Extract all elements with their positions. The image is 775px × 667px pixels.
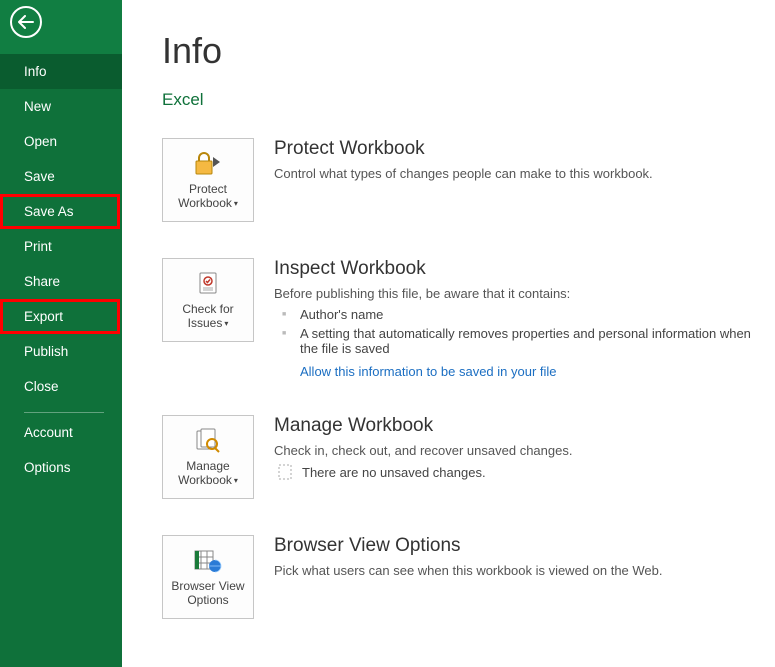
nav-label: Export: [24, 309, 63, 324]
inspect-bullet: A setting that automatically removes pro…: [274, 324, 755, 358]
section-body: Protect Workbook Control what types of c…: [274, 138, 755, 222]
section-title: Inspect Workbook: [274, 258, 755, 280]
app-root: Info New Open Save Save As Print Share E…: [0, 0, 775, 667]
nav-label: Info: [24, 64, 47, 79]
manage-workbook-button[interactable]: ManageWorkbook▾: [162, 415, 254, 499]
section-inspect: Check forIssues▾ Inspect Workbook Before…: [162, 258, 755, 379]
nav-separator: [24, 412, 104, 413]
nav-item-info[interactable]: Info: [0, 54, 122, 89]
protect-workbook-button[interactable]: ProtectWorkbook▾: [162, 138, 254, 222]
section-title: Manage Workbook: [274, 415, 755, 437]
back-bar: [0, 0, 122, 54]
tile-label: ProtectWorkbook▾: [178, 182, 238, 210]
nav-item-save[interactable]: Save: [0, 159, 122, 194]
section-protect: ProtectWorkbook▾ Protect Workbook Contro…: [162, 138, 755, 222]
content-area: Info Excel ProtectWorkbook▾ Protect Work…: [122, 0, 775, 667]
browser-view-options-button[interactable]: Browser ViewOptions: [162, 535, 254, 619]
allow-info-link[interactable]: Allow this information to be saved in yo…: [300, 364, 557, 379]
section-desc: Control what types of changes people can…: [274, 166, 755, 181]
nav-label: Account: [24, 425, 73, 440]
nav-item-save-as[interactable]: Save As: [0, 194, 122, 229]
inspect-bullet: Author's name: [274, 305, 755, 324]
nav-label: Open: [24, 134, 57, 149]
document-dashed-icon: [278, 464, 292, 480]
section-title: Protect Workbook: [274, 138, 755, 160]
nav-item-share[interactable]: Share: [0, 264, 122, 299]
section-body: Browser View Options Pick what users can…: [274, 535, 755, 619]
nav-label: New: [24, 99, 51, 114]
nav-label: Print: [24, 239, 52, 254]
back-button[interactable]: [10, 6, 42, 38]
nav-primary: Info New Open Save Save As Print Share E…: [0, 54, 122, 485]
section-body: Manage Workbook Check in, check out, and…: [274, 415, 755, 499]
document-search-icon: [192, 427, 224, 455]
unsaved-status-text: There are no unsaved changes.: [302, 465, 486, 480]
nav-item-open[interactable]: Open: [0, 124, 122, 159]
tile-label: Browser ViewOptions: [171, 579, 244, 607]
unsaved-status-row: There are no unsaved changes.: [278, 464, 755, 480]
section-body: Inspect Workbook Before publishing this …: [274, 258, 755, 379]
page-title: Info: [162, 30, 755, 72]
nav-item-close[interactable]: Close: [0, 369, 122, 404]
section-desc: Before publishing this file, be aware th…: [274, 286, 755, 301]
chevron-down-icon: ▾: [224, 319, 228, 328]
nav-label: Save As: [24, 204, 74, 219]
page-subtitle: Excel: [162, 90, 755, 110]
nav-item-account[interactable]: Account: [0, 415, 122, 450]
chevron-down-icon: ▾: [234, 476, 238, 485]
document-check-icon: [192, 270, 224, 298]
nav-item-print[interactable]: Print: [0, 229, 122, 264]
backstage-sidebar: Info New Open Save Save As Print Share E…: [0, 0, 122, 667]
nav-label: Publish: [24, 344, 68, 359]
nav-item-options[interactable]: Options: [0, 450, 122, 485]
nav-item-new[interactable]: New: [0, 89, 122, 124]
tile-label: Check forIssues▾: [182, 302, 233, 330]
spreadsheet-globe-icon: [192, 547, 224, 575]
nav-label: Share: [24, 274, 60, 289]
tile-label: ManageWorkbook▾: [178, 459, 238, 487]
nav-label: Options: [24, 460, 71, 475]
nav-label: Save: [24, 169, 55, 184]
chevron-down-icon: ▾: [234, 199, 238, 208]
inspect-bullets: Author's name A setting that automatical…: [274, 305, 755, 358]
section-browser: Browser ViewOptions Browser View Options…: [162, 535, 755, 619]
nav-item-export[interactable]: Export: [0, 299, 122, 334]
nav-label: Close: [24, 379, 59, 394]
arrow-left-icon: [18, 15, 34, 29]
lock-icon: [192, 150, 224, 178]
section-desc: Pick what users can see when this workbo…: [274, 563, 755, 578]
section-title: Browser View Options: [274, 535, 755, 557]
check-for-issues-button[interactable]: Check forIssues▾: [162, 258, 254, 342]
nav-item-publish[interactable]: Publish: [0, 334, 122, 369]
section-desc: Check in, check out, and recover unsaved…: [274, 443, 755, 458]
section-manage: ManageWorkbook▾ Manage Workbook Check in…: [162, 415, 755, 499]
